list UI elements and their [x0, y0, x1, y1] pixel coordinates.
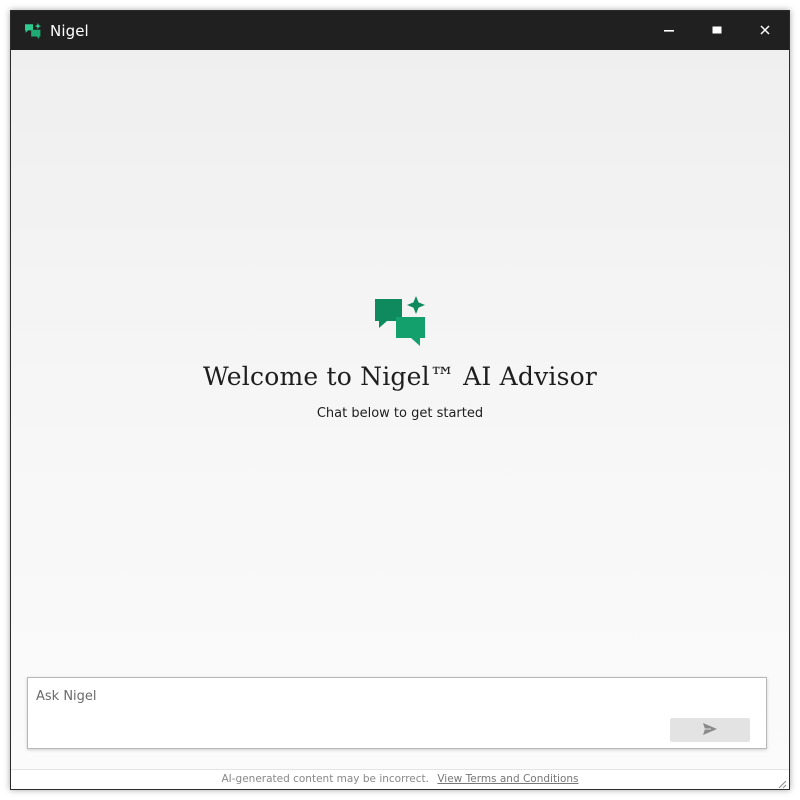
- disclaimer-text: AI-generated content may be incorrect.: [221, 773, 429, 785]
- terms-link[interactable]: View Terms and Conditions: [437, 773, 578, 785]
- close-button[interactable]: [741, 11, 789, 50]
- title-bar[interactable]: Nigel: [11, 11, 789, 50]
- resize-grip-icon[interactable]: [777, 777, 787, 789]
- welcome-subtitle: Chat below to get started: [316, 406, 484, 421]
- chat-input-box: [27, 677, 767, 749]
- welcome-title: Welcome to Nigel™ AI Advisor: [202, 362, 598, 391]
- window-title: Nigel: [50, 21, 89, 40]
- app-window: Nigel Welcome to Nigel™ AI Advisor Chat …: [10, 10, 790, 790]
- minimize-button[interactable]: [645, 11, 693, 50]
- chat-sparkle-icon: [24, 22, 42, 40]
- footer: AI-generated content may be incorrect. V…: [11, 769, 789, 789]
- maximize-button[interactable]: [693, 11, 741, 50]
- minimize-icon: [664, 22, 674, 40]
- ask-input[interactable]: [36, 686, 636, 706]
- send-button[interactable]: [670, 718, 750, 742]
- maximize-icon: [712, 22, 722, 40]
- close-icon: [760, 22, 770, 40]
- send-icon: [703, 722, 717, 738]
- window-controls: [645, 11, 789, 50]
- welcome-section: Welcome to Nigel™ AI Advisor Chat below …: [11, 295, 789, 421]
- chat-area: Welcome to Nigel™ AI Advisor Chat below …: [11, 50, 789, 769]
- chat-sparkle-icon: [372, 295, 428, 347]
